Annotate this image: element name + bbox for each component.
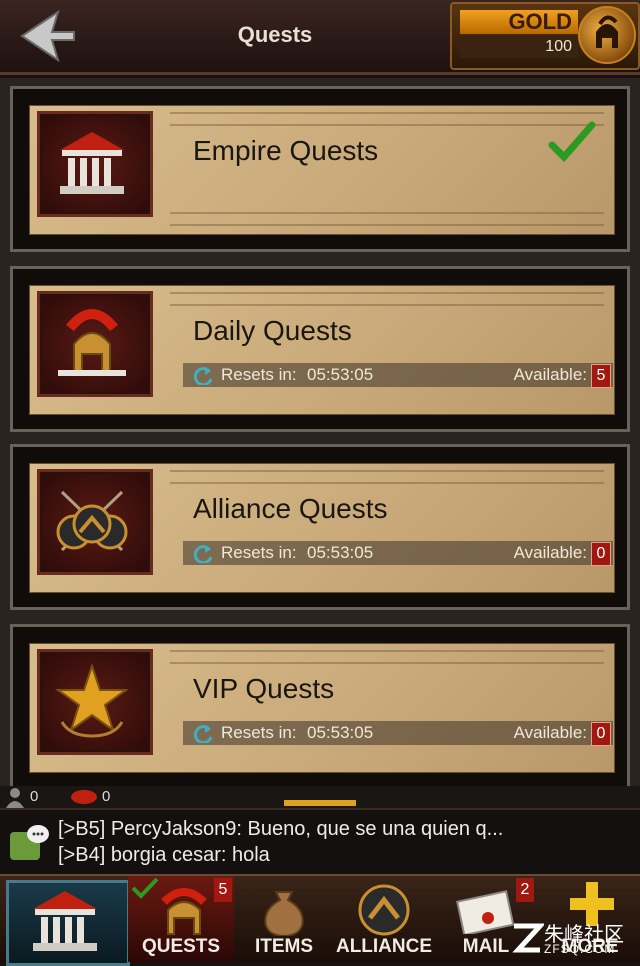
- quest-card-alliance[interactable]: Alliance Quests Resets in: 05:53:05 Avai…: [10, 444, 630, 610]
- alliance-shield-icon: [358, 884, 410, 936]
- available-label: Available:: [513, 723, 587, 742]
- home-button[interactable]: [6, 880, 130, 966]
- nav-alliance[interactable]: ALLIANCE: [334, 876, 434, 962]
- nav-label: ITEMS: [254, 936, 314, 957]
- reset-label: Resets in:: [221, 365, 297, 384]
- reset-bar: Resets in: 05:53:05 Available: 0: [183, 541, 613, 566]
- quest-title: Empire Quests: [193, 135, 379, 166]
- reset-bar: Resets in: 05:53:05 Available: 0: [183, 721, 613, 746]
- nav-label: QUESTS: [141, 936, 221, 957]
- meander-border: [170, 112, 604, 126]
- available-label: Available:: [513, 365, 587, 384]
- scroll-indicator: [284, 800, 356, 806]
- gold-balance[interactable]: GOLD 100: [450, 2, 640, 70]
- message-bubble-icon: [71, 790, 97, 804]
- meander-border: [170, 470, 604, 484]
- meander-border: [170, 292, 604, 306]
- chat-message: [>B5] PercyJakson9: Bueno, que se una qu…: [58, 818, 504, 840]
- quest-title: Daily Quests: [193, 315, 352, 346]
- bottom-nav: 5 QUESTS ITEMS ALLIANCE 2 MAIL MORE 朱峰社区…: [0, 874, 640, 966]
- refresh-icon: [193, 545, 213, 563]
- player-icon: [6, 788, 24, 808]
- reset-timer: 05:53:05: [307, 543, 374, 562]
- players-online-count: 0: [30, 788, 39, 805]
- nav-items[interactable]: ITEMS: [234, 876, 334, 962]
- top-bar: Quests GOLD 100: [0, 0, 640, 75]
- watermark-subtext: ZFSQ.COM: [544, 942, 616, 956]
- reset-bar: Resets in: 05:53:05 Available: 5: [183, 363, 613, 388]
- spartan-helmet-icon: [161, 888, 207, 935]
- chat-icon[interactable]: [8, 822, 50, 864]
- crossed-spears-shields-icon: [37, 469, 153, 575]
- nav-label: ALLIANCE: [335, 936, 433, 957]
- available-count-badge: 0: [591, 542, 611, 566]
- quests-badge: 5: [214, 878, 232, 902]
- checkmark-icon: [548, 121, 596, 163]
- temple-icon: [33, 891, 97, 951]
- gold-value: 100: [460, 36, 578, 58]
- reset-timer: 05:53:05: [307, 723, 374, 742]
- available-label: Available:: [513, 543, 587, 562]
- temple-icon: [37, 111, 153, 217]
- meander-border: [170, 212, 604, 226]
- mail-badge: 2: [516, 878, 534, 902]
- gold-star-icon: [37, 649, 153, 755]
- watermark-logo-icon: [512, 923, 544, 953]
- coin-bag-icon: [264, 891, 304, 936]
- quest-list: Empire Quests Daily Quests Resets in: 05…: [0, 78, 640, 790]
- status-strip: 0 0: [0, 786, 640, 808]
- reset-label: Resets in:: [221, 723, 297, 742]
- gold-helmet-coin-icon: [578, 6, 636, 64]
- gold-label: GOLD: [460, 10, 578, 34]
- message-count: 0: [102, 788, 111, 805]
- quest-title: VIP Quests: [193, 673, 335, 704]
- refresh-icon: [193, 367, 213, 385]
- checkmark-icon: [131, 877, 159, 899]
- reset-label: Resets in:: [221, 543, 297, 562]
- available-count-badge: 0: [591, 722, 611, 746]
- quest-card-vip[interactable]: VIP Quests Resets in: 05:53:05 Available…: [10, 624, 630, 790]
- quest-card-empire[interactable]: Empire Quests: [10, 86, 630, 252]
- meander-border: [170, 650, 604, 664]
- chat-panel[interactable]: [>B5] PercyJakson9: Bueno, que se una qu…: [0, 808, 640, 874]
- spartan-helmet-icon: [37, 291, 153, 397]
- watermark: 朱峰社区 ZFSQ.COM: [510, 918, 636, 958]
- refresh-icon: [193, 725, 213, 743]
- quest-card-daily[interactable]: Daily Quests Resets in: 05:53:05 Availab…: [10, 266, 630, 432]
- quest-title: Alliance Quests: [193, 493, 388, 524]
- nav-quests[interactable]: 5 QUESTS: [128, 876, 234, 962]
- reset-timer: 05:53:05: [307, 365, 374, 384]
- available-count-badge: 5: [591, 364, 611, 388]
- chat-message: [>B4] borgia cesar: hola: [58, 844, 270, 866]
- envelope-icon: [456, 890, 515, 934]
